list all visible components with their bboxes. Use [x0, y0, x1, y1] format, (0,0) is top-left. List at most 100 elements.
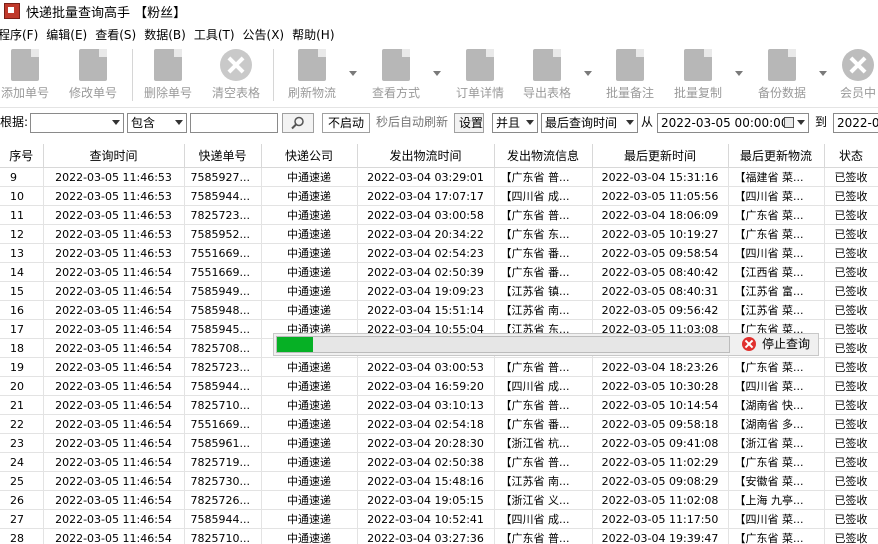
- menu-data[interactable]: 数据(B): [144, 26, 190, 43]
- document-delete-icon: [154, 49, 182, 81]
- cell-status: 已签收: [824, 205, 878, 225]
- cell-query-time: 2022-03-05 11:46:54: [43, 376, 185, 396]
- column-header-last-update-info[interactable]: 最后更新物流: [728, 144, 825, 168]
- cell-tracking-number: 7825730...: [184, 471, 262, 491]
- view-mode-button[interactable]: 查看方式: [366, 47, 426, 103]
- cell-index: 26: [0, 490, 44, 510]
- table-row[interactable]: 19 2022-03-05 11:46:54 7825723... 中通速递 2022-…: [0, 357, 878, 377]
- cell-last-update-time: 2022-03-05 09:08:29: [592, 471, 729, 491]
- cell-query-time: 2022-03-05 11:46:54: [43, 319, 185, 339]
- document-add-icon: [11, 49, 39, 81]
- cell-last-update-info: 【江苏省 富...: [728, 281, 825, 301]
- table-row[interactable]: 13 2022-03-05 11:46:53 7551669... 中通速递 2022-…: [0, 243, 878, 263]
- cell-last-update-time: 2022-03-05 08:40:31: [592, 281, 729, 301]
- table-row[interactable]: 21 2022-03-05 11:46:54 7825710... 中通速递 2022-…: [0, 395, 878, 415]
- cell-query-time: 2022-03-05 11:46:54: [43, 281, 185, 301]
- cell-last-update-info: 【江西省 菜...: [728, 262, 825, 282]
- refresh-dropdown-arrow-icon[interactable]: [349, 71, 357, 76]
- match-mode-select[interactable]: 包含: [127, 113, 187, 133]
- member-center-button[interactable]: 会员中: [836, 47, 878, 103]
- search-button[interactable]: [282, 113, 314, 133]
- logic-select[interactable]: 并且: [492, 113, 538, 133]
- cell-last-update-info: 【安徽省 菜...: [728, 471, 825, 491]
- chevron-down-icon: [112, 120, 120, 125]
- keyword-input[interactable]: [190, 113, 278, 133]
- from-date-picker[interactable]: 2022-03-05 00:00:00: [657, 113, 809, 133]
- menu-edit[interactable]: 编辑(E): [46, 26, 91, 43]
- table-row[interactable]: 15 2022-03-05 11:46:54 7585949... 中通速递 2022-…: [0, 281, 878, 301]
- table-row[interactable]: 24 2022-03-05 11:46:54 7825719... 中通速递 2022-…: [0, 452, 878, 472]
- menu-notice[interactable]: 公告(X): [243, 26, 289, 43]
- stop-query-button[interactable]: 停止查询: [738, 336, 816, 353]
- add-number-button[interactable]: 添加单号: [0, 47, 54, 103]
- cell-index: 28: [0, 528, 44, 544]
- cell-ship-info: 【广东省 普...: [494, 452, 593, 472]
- to-date-picker[interactable]: 2022-03: [833, 113, 878, 133]
- table-row[interactable]: 28 2022-03-05 11:46:54 7825710... 中通速递 2022-…: [0, 528, 878, 544]
- cell-query-time: 2022-03-05 11:46:54: [43, 262, 185, 282]
- view-mode-dropdown-arrow-icon[interactable]: [433, 71, 441, 76]
- refresh-logistics-button[interactable]: 刷新物流: [282, 47, 342, 103]
- table-row[interactable]: 27 2022-03-05 11:46:54 7585944... 中通速递 2022-…: [0, 509, 878, 529]
- column-header-status[interactable]: 状态: [824, 144, 878, 168]
- app-icon: [4, 3, 20, 19]
- order-detail-button[interactable]: 订单详情: [450, 47, 510, 103]
- table-row[interactable]: 11 2022-03-05 11:46:53 7825723... 中通速递 2022-…: [0, 205, 878, 225]
- cell-query-time: 2022-03-05 11:46:54: [43, 414, 185, 434]
- modify-number-button[interactable]: 修改单号: [64, 47, 122, 103]
- table-row[interactable]: 9 2022-03-05 11:46:53 7585927... 中通速递 2022-0…: [0, 167, 878, 187]
- date-field-select[interactable]: 最后查询时间: [541, 113, 638, 133]
- table-row[interactable]: 23 2022-03-05 11:46:54 7585961... 中通速递 2022-…: [0, 433, 878, 453]
- menu-view[interactable]: 查看(S): [95, 26, 140, 43]
- menu-program[interactable]: 程序(F): [0, 26, 42, 43]
- table-row[interactable]: 10 2022-03-05 11:46:53 7585944... 中通速递 2022-…: [0, 186, 878, 206]
- backup-dropdown-arrow-icon[interactable]: [819, 71, 827, 76]
- delete-number-button[interactable]: 删除单号: [139, 47, 197, 103]
- export-dropdown-arrow-icon[interactable]: [584, 71, 592, 76]
- cell-query-time: 2022-03-05 11:46:54: [43, 452, 185, 472]
- table-row[interactable]: 14 2022-03-05 11:46:54 7551669... 中通速递 2022-…: [0, 262, 878, 282]
- cell-last-update-time: 2022-03-05 11:02:29: [592, 452, 729, 472]
- cell-ship-time: 2022-03-04 20:28:30: [357, 433, 495, 453]
- table-header-row: 序号 查询时间 快递单号 快递公司 发出物流时间 发出物流信息 最后更新时间 最…: [0, 144, 878, 168]
- column-header-query-time[interactable]: 查询时间: [43, 144, 185, 168]
- menu-tools[interactable]: 工具(T): [194, 26, 239, 43]
- menu-help[interactable]: 帮助(H): [292, 26, 338, 43]
- column-header-ship-time[interactable]: 发出物流时间: [357, 144, 495, 168]
- cell-ship-info: 【浙江省 义...: [494, 490, 593, 510]
- batch-copy-button[interactable]: 批量复制: [668, 47, 728, 103]
- filter-field-select[interactable]: [30, 113, 124, 133]
- settings-button[interactable]: 设置: [454, 113, 484, 133]
- backup-data-button[interactable]: 备份数据: [752, 47, 812, 103]
- column-header-tracking-number[interactable]: 快递单号: [184, 144, 262, 168]
- cell-courier: 中通速递: [261, 224, 358, 244]
- cell-ship-info: 【广东省 东...: [494, 224, 593, 244]
- clear-table-button[interactable]: 清空表格: [206, 47, 266, 103]
- table-row[interactable]: 25 2022-03-05 11:46:54 7825730... 中通速递 2022-…: [0, 471, 878, 491]
- cell-ship-info: 【广东省 番...: [494, 243, 593, 263]
- column-header-index[interactable]: 序号: [0, 144, 44, 168]
- export-table-button[interactable]: 导出表格: [517, 47, 577, 103]
- cell-query-time: 2022-03-05 11:46:54: [43, 471, 185, 491]
- column-header-last-update-time[interactable]: 最后更新时间: [592, 144, 729, 168]
- cell-query-time: 2022-03-05 11:46:54: [43, 528, 185, 544]
- cell-index: 20: [0, 376, 44, 396]
- table-row[interactable]: 22 2022-03-05 11:46:54 7551669... 中通速递 2022-…: [0, 414, 878, 434]
- cell-index: 14: [0, 262, 44, 282]
- cell-tracking-number: 7585948...: [184, 300, 262, 320]
- batch-copy-dropdown-arrow-icon[interactable]: [735, 71, 743, 76]
- column-header-courier[interactable]: 快递公司: [261, 144, 358, 168]
- table-row[interactable]: 12 2022-03-05 11:46:53 7585952... 中通速递 2022-…: [0, 224, 878, 244]
- batch-note-button[interactable]: 批量备注: [600, 47, 660, 103]
- column-header-ship-info[interactable]: 发出物流信息: [494, 144, 593, 168]
- cell-ship-info: 【广东省 番...: [494, 262, 593, 282]
- table-row[interactable]: 20 2022-03-05 11:46:54 7585944... 中通速递 2022-…: [0, 376, 878, 396]
- cell-ship-info: 【广东省 普...: [494, 395, 593, 415]
- cell-ship-time: 2022-03-04 03:00:58: [357, 205, 495, 225]
- auto-refresh-toggle[interactable]: 不启动: [322, 113, 370, 133]
- cell-query-time: 2022-03-05 11:46:53: [43, 243, 185, 263]
- cell-ship-time: 2022-03-04 10:52:41: [357, 509, 495, 529]
- table-row[interactable]: 16 2022-03-05 11:46:54 7585948... 中通速递 2022-…: [0, 300, 878, 320]
- cell-tracking-number: 7825726...: [184, 490, 262, 510]
- table-row[interactable]: 26 2022-03-05 11:46:54 7825726... 中通速递 2022-…: [0, 490, 878, 510]
